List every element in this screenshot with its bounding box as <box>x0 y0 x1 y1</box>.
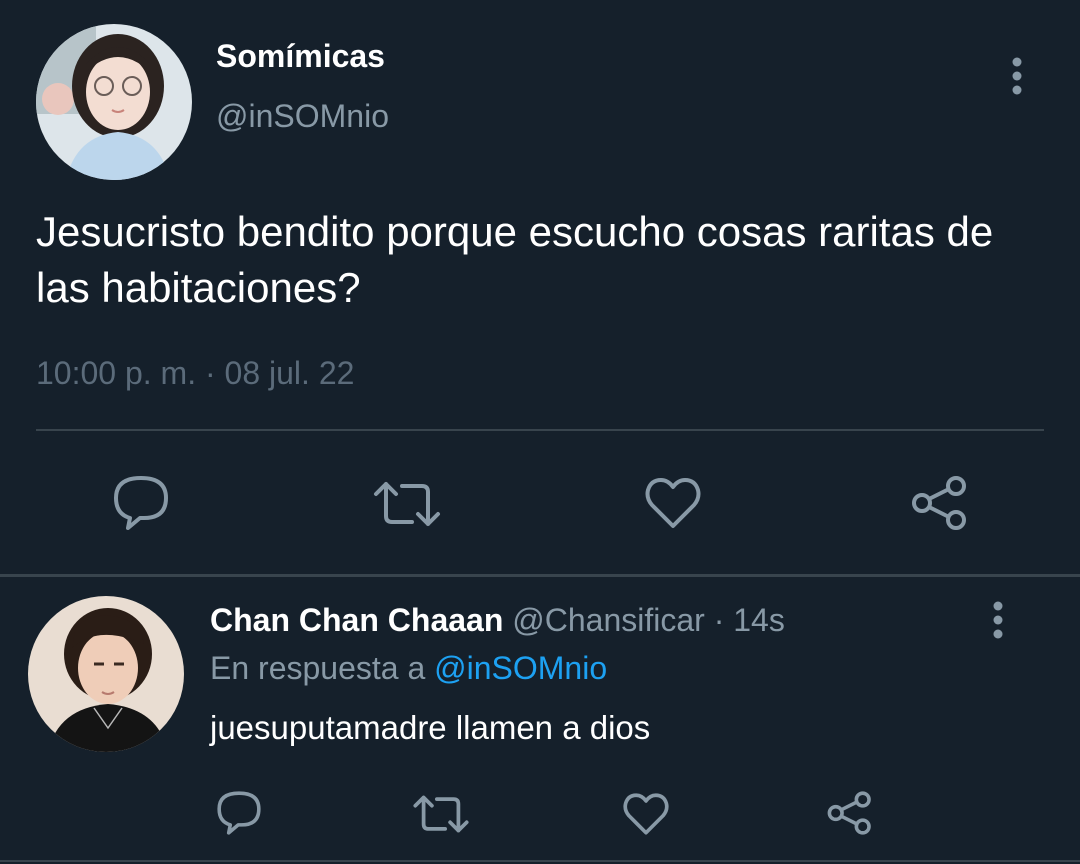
like-icon[interactable] <box>622 792 670 836</box>
reply-header: Chan Chan Chaaan @Chansificar · 14s <box>210 602 785 639</box>
section-divider <box>0 574 1080 577</box>
reply-author-handle[interactable]: @Chansificar <box>512 602 705 638</box>
bottom-divider <box>0 860 1080 862</box>
reply-icon[interactable] <box>214 790 264 836</box>
share-icon[interactable] <box>826 790 874 836</box>
reply-context-prefix: En respuesta a <box>210 650 426 686</box>
reply-mention-link[interactable]: @inSOMnio <box>434 650 607 686</box>
reply-icon[interactable] <box>110 474 172 532</box>
retweet-icon[interactable] <box>412 794 470 834</box>
more-options-icon[interactable] <box>1003 56 1031 96</box>
more-options-icon[interactable] <box>984 600 1012 640</box>
main-tweet: Somímicas @inSOMnio Jesucristo bendito p… <box>0 0 1080 575</box>
reply-text: juesuputamadre llamen a dios <box>210 709 651 746</box>
reply-author-avatar[interactable] <box>28 596 184 752</box>
reply-time[interactable]: 14s <box>733 602 785 638</box>
like-icon[interactable] <box>644 476 702 530</box>
reply-author-name[interactable]: Chan Chan Chaaan <box>210 602 503 638</box>
main-author-name[interactable]: Somímicas <box>216 38 385 75</box>
retweet-icon[interactable] <box>372 480 442 528</box>
main-tweet-text: Jesucristo bendito porque escucho cosas … <box>36 208 994 311</box>
reply-context: En respuesta a @inSOMnio <box>210 650 607 687</box>
divider <box>36 429 1044 431</box>
share-icon[interactable] <box>910 474 970 532</box>
main-tweet-timestamp[interactable]: 10:00 p. m. · 08 jul. 22 <box>36 355 354 392</box>
reply-separator: · <box>704 602 734 638</box>
main-author-handle[interactable]: @inSOMnio <box>216 98 389 135</box>
main-author-avatar[interactable] <box>36 24 192 180</box>
